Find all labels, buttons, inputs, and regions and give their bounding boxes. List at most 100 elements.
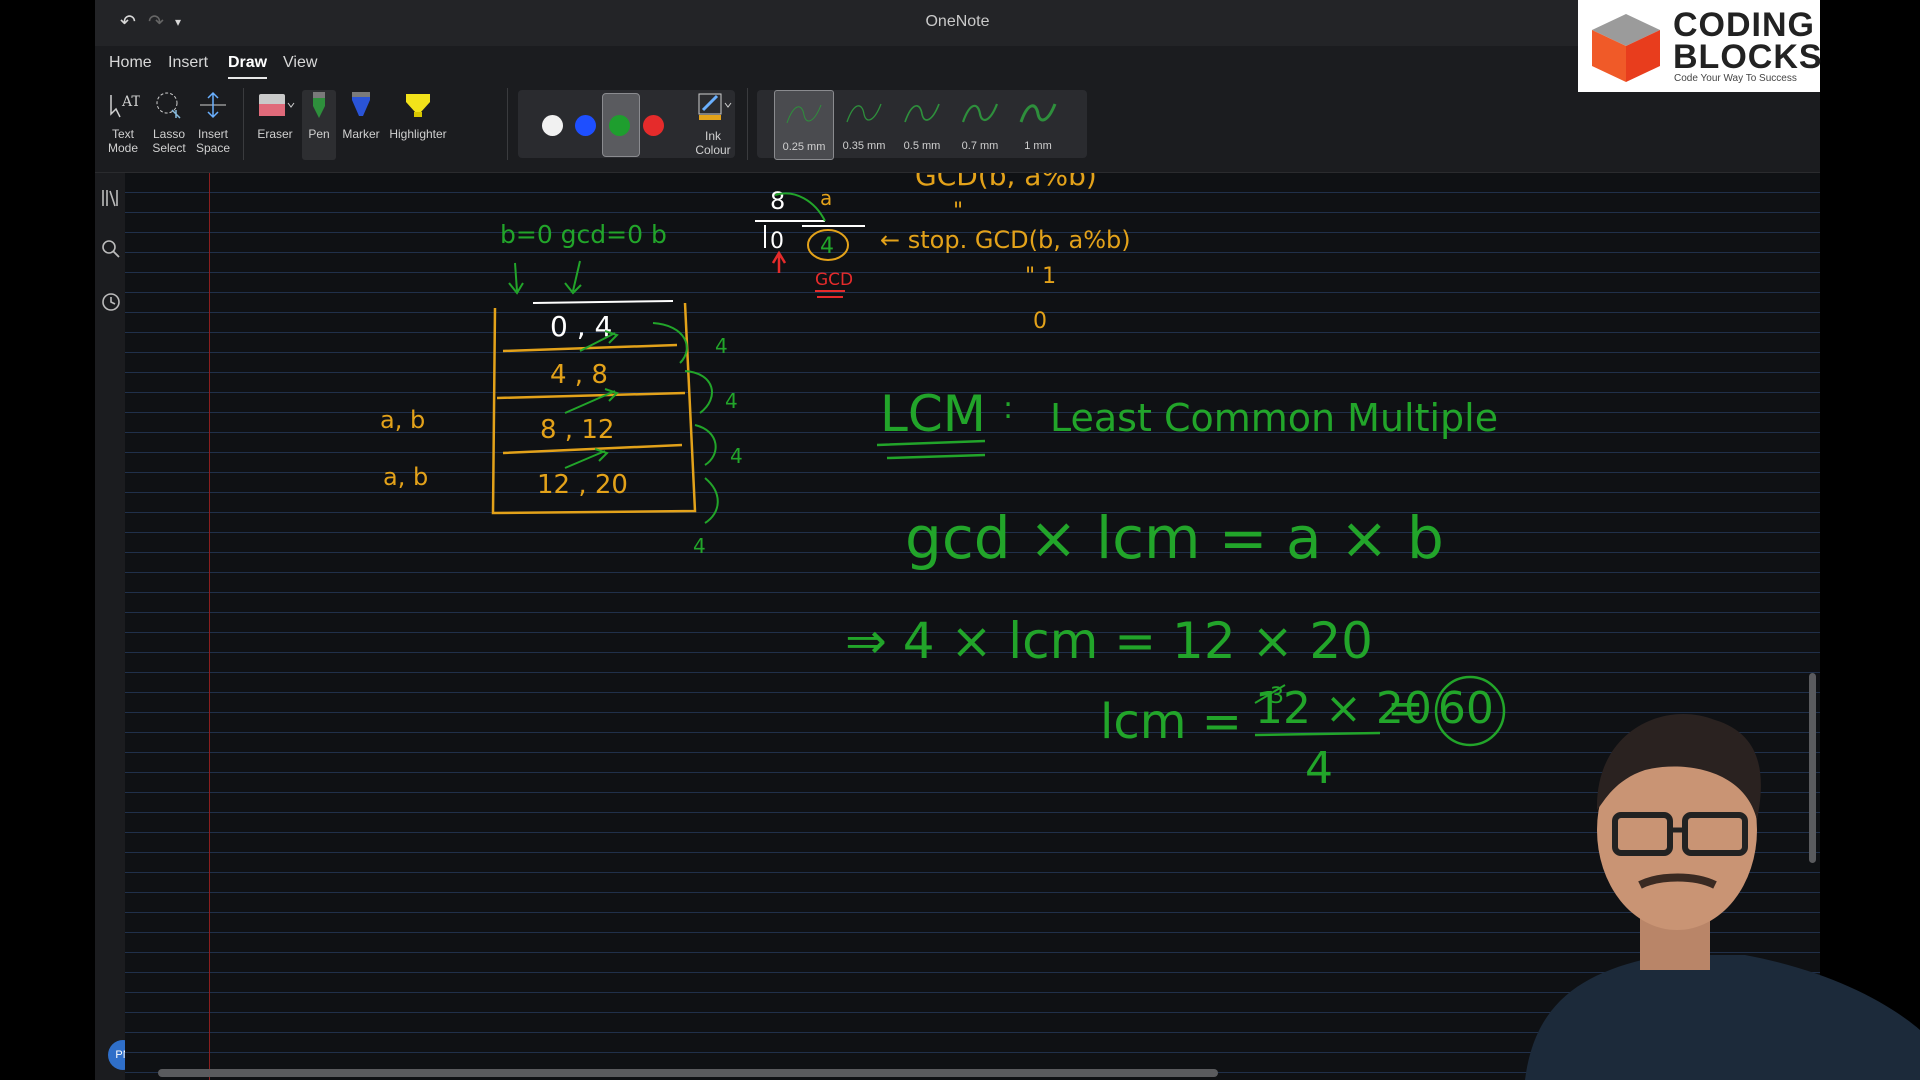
down-arrow-b	[508, 262, 524, 295]
highlighter-button[interactable]: Highlighter	[385, 90, 451, 141]
navigation-rail: PN	[95, 173, 138, 1080]
ditto-mark: "	[953, 199, 963, 224]
top-gcd-formula: GCD(b, a%b)	[915, 173, 1097, 192]
stroke-sample-icon	[961, 103, 999, 123]
thickness-025[interactable]: 0.25 mm	[774, 90, 834, 160]
tab-home[interactable]: Home	[109, 54, 152, 72]
text-mode-label: Text Mode	[107, 127, 139, 155]
stack-arrow	[564, 448, 609, 469]
thickness-label: 0.35 mm	[842, 140, 886, 152]
toolbar-divider	[747, 88, 748, 160]
stroke-sample-icon	[904, 103, 940, 123]
thickness-label: 0.5 mm	[903, 140, 941, 152]
stroke-sample-icon	[846, 103, 882, 123]
side-value: 4	[693, 534, 706, 558]
stack-curly-arrows	[652, 322, 719, 524]
logo-line-2: BLOCKS	[1673, 38, 1823, 76]
pen-icon	[313, 92, 325, 118]
stack-row-3: 8 , 12	[540, 415, 614, 445]
circled-four: 4	[820, 234, 834, 259]
marker-label: Marker	[342, 127, 380, 141]
logo-tagline: Code Your Way To Success	[1674, 73, 1797, 84]
title-bar: ↶ ↷ ▾ OneNote	[95, 0, 1820, 46]
stack-row-1: 0 , 4	[550, 310, 612, 343]
text-mode-icon: AT	[110, 94, 141, 118]
swatch-red[interactable]	[643, 115, 664, 136]
dividend-eight: 8	[770, 187, 785, 215]
equation-3-lhs: lcm =	[1100, 694, 1242, 750]
ribbon-tabs: Home Insert Draw View	[95, 46, 1820, 82]
stack-row-4: 12 , 20	[537, 470, 628, 500]
stop-marks: " 1	[1025, 264, 1056, 289]
eraser-label: Eraser	[257, 127, 293, 141]
pen-button[interactable]: Pen	[302, 90, 336, 160]
stop-formula: ← stop. GCD(b, a%b)	[880, 226, 1131, 254]
insert-space-label: Insert Space	[195, 127, 231, 155]
lcm-colon: :	[1003, 391, 1013, 426]
toolbar-divider	[243, 88, 244, 160]
gcd-label: GCD	[815, 270, 853, 290]
recent-clock-icon[interactable]	[100, 291, 122, 313]
presenter-hoodie	[1525, 955, 1920, 1080]
thickness-07[interactable]: 0.7 mm	[951, 90, 1009, 158]
ab-label-1: a, b	[380, 406, 425, 434]
stroke-sample-icon	[786, 104, 822, 124]
lasso-select-button[interactable]: Lasso Select	[149, 90, 189, 155]
tab-insert[interactable]: Insert	[168, 54, 208, 72]
red-up-arrow	[771, 250, 787, 273]
text-mode-button[interactable]: AT Text Mode	[105, 90, 141, 155]
marker-button[interactable]: Marker	[341, 90, 381, 141]
search-icon[interactable]	[100, 238, 122, 260]
thickness-panel: 0.25 mm 0.35 mm 0.5 mm 0.7 mm 1 mm	[757, 90, 1087, 160]
thickness-05[interactable]: 0.5 mm	[893, 90, 951, 158]
swatch-green[interactable]	[609, 115, 630, 136]
side-value: 4	[715, 334, 728, 358]
stack-arrow	[564, 388, 619, 414]
presenter-webcam	[1525, 714, 1920, 1080]
ink-colour-button[interactable]: Ink Colour	[685, 90, 741, 157]
horizontal-scrollbar[interactable]	[158, 1069, 1218, 1077]
lcm-full-form: Least Common Multiple	[1050, 396, 1498, 440]
toolbar-divider	[507, 88, 508, 160]
condition-text: b=0 gcd=0 b	[500, 220, 667, 249]
ink-colour-icon	[698, 93, 732, 120]
lcm-underline	[876, 439, 986, 460]
stack-row-2: 4 , 8	[550, 360, 608, 390]
tab-draw[interactable]: Draw	[228, 54, 268, 79]
thickness-label: 0.7 mm	[961, 140, 999, 152]
equation-3-denominator: 4	[1305, 743, 1333, 794]
equation-1: gcd × lcm = a × b	[905, 504, 1444, 572]
lcm-title: LCM	[880, 385, 986, 443]
final-zero: 0	[1033, 309, 1047, 334]
side-value: 4	[725, 389, 738, 413]
side-value: 4	[730, 444, 743, 468]
thickness-label: 1 mm	[1024, 140, 1052, 152]
highlighter-icon	[406, 94, 430, 117]
insert-space-button[interactable]: Insert Space	[192, 90, 234, 155]
ab-label-2: a, b	[383, 463, 428, 491]
thickness-1[interactable]: 1 mm	[1009, 90, 1067, 158]
down-arrow-gcd	[564, 260, 582, 295]
eraser-icon	[259, 94, 295, 116]
eraser-button[interactable]: Eraser	[251, 90, 299, 141]
stroke-sample-icon	[1019, 103, 1057, 123]
pen-label: Pen	[308, 127, 330, 141]
stack-top-line	[532, 300, 674, 304]
lasso-icon	[156, 92, 181, 119]
tab-view[interactable]: View	[283, 54, 317, 72]
swatch-white[interactable]	[542, 115, 563, 136]
a-label: a	[820, 186, 832, 210]
swatch-blue[interactable]	[575, 115, 596, 136]
marker-icon	[352, 92, 370, 116]
ink-colour-label: Ink Colour	[695, 129, 731, 157]
thickness-035[interactable]: 0.35 mm	[835, 90, 893, 158]
coding-blocks-logo: CODING BLOCKS Code Your Way To Success	[1578, 0, 1823, 92]
thickness-label: 0.25 mm	[782, 141, 826, 153]
highlighter-label: Highlighter	[389, 127, 447, 141]
insert-space-icon	[200, 91, 226, 119]
lasso-label: Lasso Select	[152, 127, 186, 155]
equation-2: ⇒ 4 × lcm = 12 × 20	[845, 612, 1373, 670]
notebooks-icon[interactable]	[100, 187, 122, 209]
gcd-underline	[815, 290, 845, 298]
remainder-zero: 0	[770, 229, 784, 254]
